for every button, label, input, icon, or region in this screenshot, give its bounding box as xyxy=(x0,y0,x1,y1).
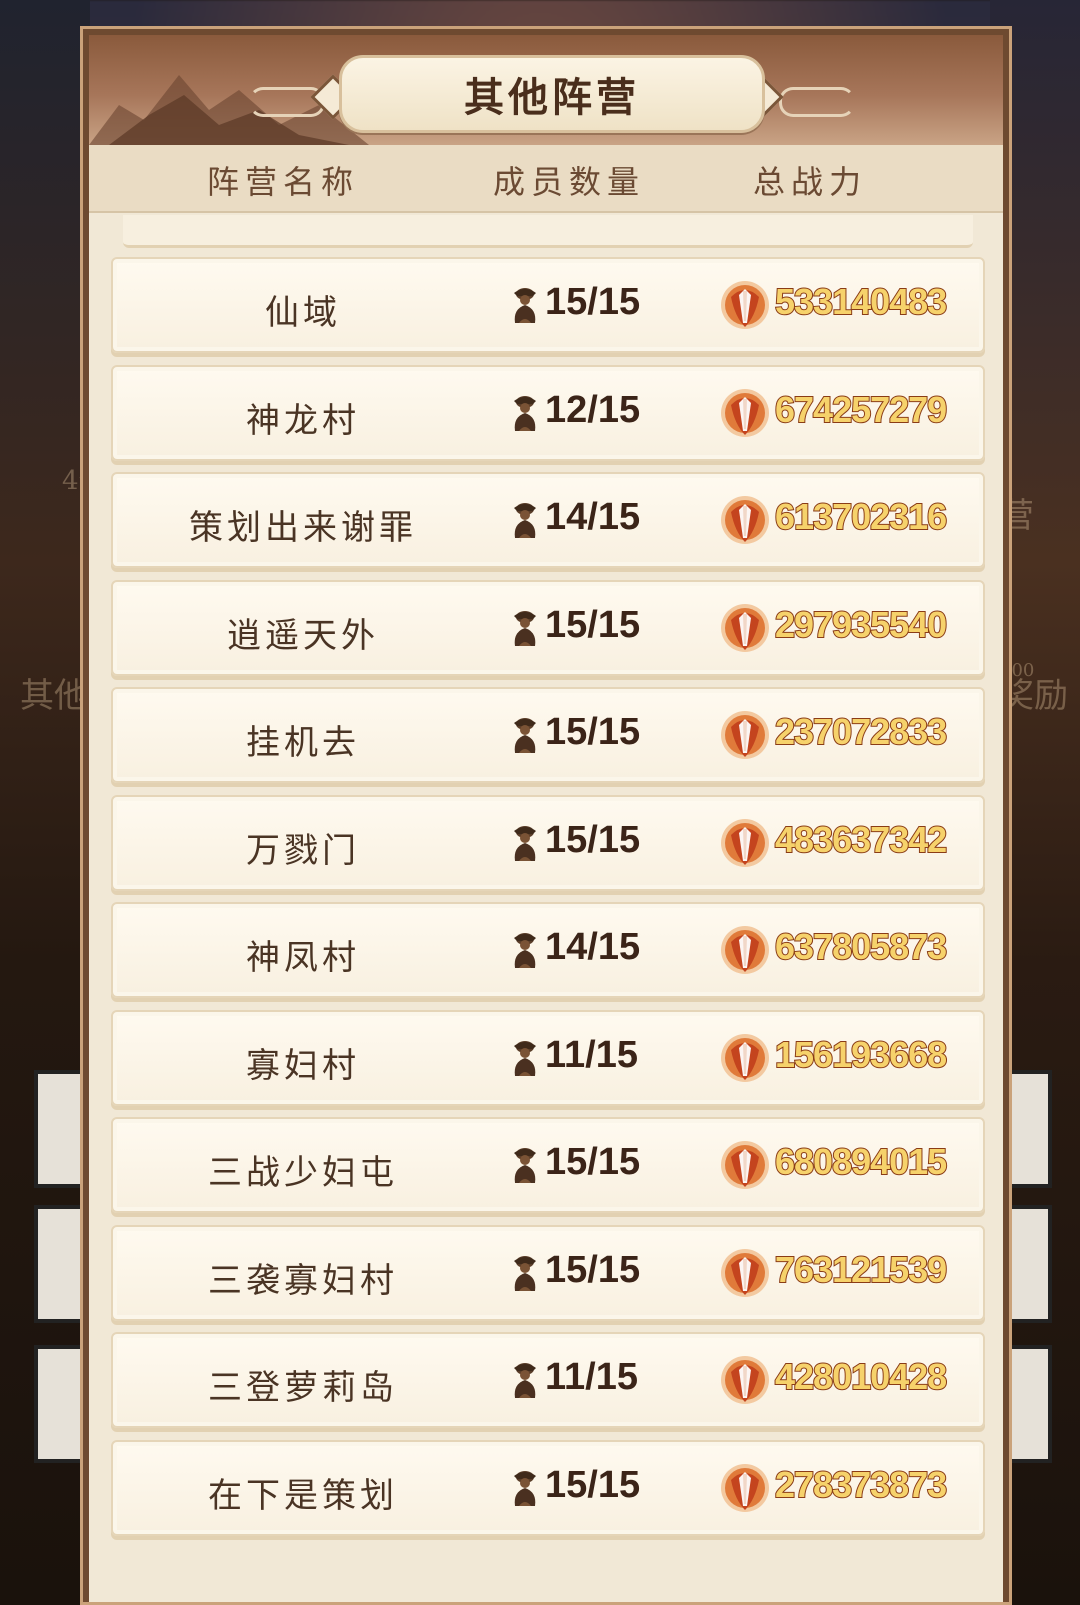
camp-member-count: 11/15 xyxy=(545,1356,638,1398)
column-header-name: 阵营名称 xyxy=(207,163,360,201)
camp-row[interactable]: 逍遥天外 15/15 297935540 xyxy=(111,579,985,676)
camp-member-count: 15/15 xyxy=(545,818,641,861)
camp-member-count: 14/15 xyxy=(545,496,641,538)
camp-total-power: 680894015 xyxy=(774,1140,948,1183)
title-plate: 其他阵营 xyxy=(339,55,765,133)
power-gem-icon xyxy=(721,1033,769,1082)
list-item-partial xyxy=(123,215,973,248)
camp-row[interactable]: 神龙村 12/15 674257279 xyxy=(111,364,985,461)
camp-name: 在下是策划 xyxy=(208,1475,398,1516)
camp-total-power: 428010428 xyxy=(774,1355,948,1398)
camp-row[interactable]: 神凤村 14/15 637805873 xyxy=(111,902,985,998)
member-figure-icon xyxy=(514,395,536,431)
camp-total-power: 297935540 xyxy=(774,603,948,646)
camp-list[interactable]: 仙域 15/15 533140483 神龙村 12/15 674257279 策… xyxy=(101,215,991,1602)
column-header-row: 阵营名称 成员数量 总战力 xyxy=(89,145,1003,213)
camp-member-count: 15/15 xyxy=(545,1248,641,1291)
member-figure-icon xyxy=(514,1363,536,1398)
member-figure-icon xyxy=(514,503,536,538)
member-figure-icon xyxy=(514,288,536,323)
member-figure-icon xyxy=(514,1255,536,1291)
camp-row[interactable]: 挂机去 15/15 237072833 xyxy=(111,687,985,783)
power-gem-icon xyxy=(721,1248,769,1297)
camp-row[interactable]: 策划出来谢罪 14/15 613702316 xyxy=(111,472,985,568)
camp-total-power: 763121539 xyxy=(774,1248,948,1291)
power-gem-icon xyxy=(721,818,769,867)
member-figure-icon xyxy=(514,1470,536,1506)
power-gem-icon xyxy=(721,603,769,652)
camp-member-count: 14/15 xyxy=(545,926,641,968)
camp-row[interactable]: 三登萝莉岛 11/15 428010428 xyxy=(111,1332,985,1428)
power-gem-icon xyxy=(721,711,769,759)
dialog-panel: 其他阵营 阵营名称 成员数量 总战力 仙域 15/15 533140483 神龙… xyxy=(89,35,1003,1602)
camp-row[interactable]: 仙域 15/15 533140483 xyxy=(111,257,985,353)
camp-member-count: 15/15 xyxy=(545,281,641,323)
camp-row[interactable]: 寡妇村 11/15 156193668 xyxy=(111,1009,985,1106)
camp-name: 神龙村 xyxy=(246,400,360,441)
dialog-title: 其他阵营 xyxy=(464,74,640,121)
column-header-members: 成员数量 xyxy=(493,163,646,201)
camp-total-power: 483637342 xyxy=(774,818,948,861)
camp-total-power: 278373873 xyxy=(774,1463,948,1506)
power-gem-icon xyxy=(721,1356,769,1404)
camp-row[interactable]: 三袭寡妇村 15/15 763121539 xyxy=(111,1224,985,1321)
power-gem-icon xyxy=(721,926,769,974)
other-camps-dialog: 其他阵营 阵营名称 成员数量 总战力 仙域 15/15 533140483 神龙… xyxy=(80,26,1012,1605)
camp-member-count: 15/15 xyxy=(545,711,641,753)
background-left-label: 其他 xyxy=(20,676,88,716)
camp-member-count: 15/15 xyxy=(545,1463,641,1506)
camp-name: 三袭寡妇村 xyxy=(208,1260,398,1301)
power-gem-icon xyxy=(721,496,769,544)
member-figure-icon xyxy=(514,718,536,753)
power-gem-icon xyxy=(721,1463,769,1512)
member-figure-icon xyxy=(514,610,536,646)
camp-total-power: 613702316 xyxy=(774,495,948,538)
dialog-header: 其他阵营 xyxy=(89,35,1003,145)
camp-name: 三登萝莉岛 xyxy=(208,1368,398,1408)
camp-name: 神凤村 xyxy=(246,938,360,978)
camp-name: 逍遥天外 xyxy=(227,615,379,656)
member-figure-icon xyxy=(514,825,536,861)
member-figure-icon xyxy=(514,1040,536,1076)
camp-name: 仙域 xyxy=(265,293,341,333)
member-figure-icon xyxy=(514,933,536,968)
camp-row[interactable]: 万戮门 15/15 483637342 xyxy=(111,794,985,891)
camp-name: 寡妇村 xyxy=(246,1045,360,1086)
member-figure-icon xyxy=(514,1148,536,1183)
power-gem-icon xyxy=(721,388,769,437)
camp-member-count: 15/15 xyxy=(545,1141,641,1183)
camp-row[interactable]: 三战少妇屯 15/15 680894015 xyxy=(111,1117,985,1213)
column-header-power: 总战力 xyxy=(753,163,868,201)
camp-member-count: 11/15 xyxy=(545,1033,638,1076)
camp-total-power: 237072833 xyxy=(774,710,948,753)
camp-name: 策划出来谢罪 xyxy=(189,508,417,548)
power-gem-icon xyxy=(721,281,769,329)
power-gem-icon xyxy=(721,1141,769,1189)
cloud-curl-right-icon xyxy=(779,87,855,117)
camp-total-power: 674257279 xyxy=(774,388,948,431)
camp-name: 三战少妇屯 xyxy=(208,1153,398,1193)
camp-name: 万戮门 xyxy=(246,830,360,871)
camp-member-count: 15/15 xyxy=(545,603,641,646)
camp-member-count: 12/15 xyxy=(545,388,641,431)
camp-total-power: 637805873 xyxy=(774,925,948,968)
camp-total-power: 156193668 xyxy=(774,1033,948,1076)
camp-total-power: 533140483 xyxy=(774,280,948,323)
camp-row[interactable]: 在下是策划 15/15 278373873 xyxy=(111,1439,985,1536)
camp-name: 挂机去 xyxy=(246,723,360,763)
cloud-curl-left-icon xyxy=(249,87,325,117)
